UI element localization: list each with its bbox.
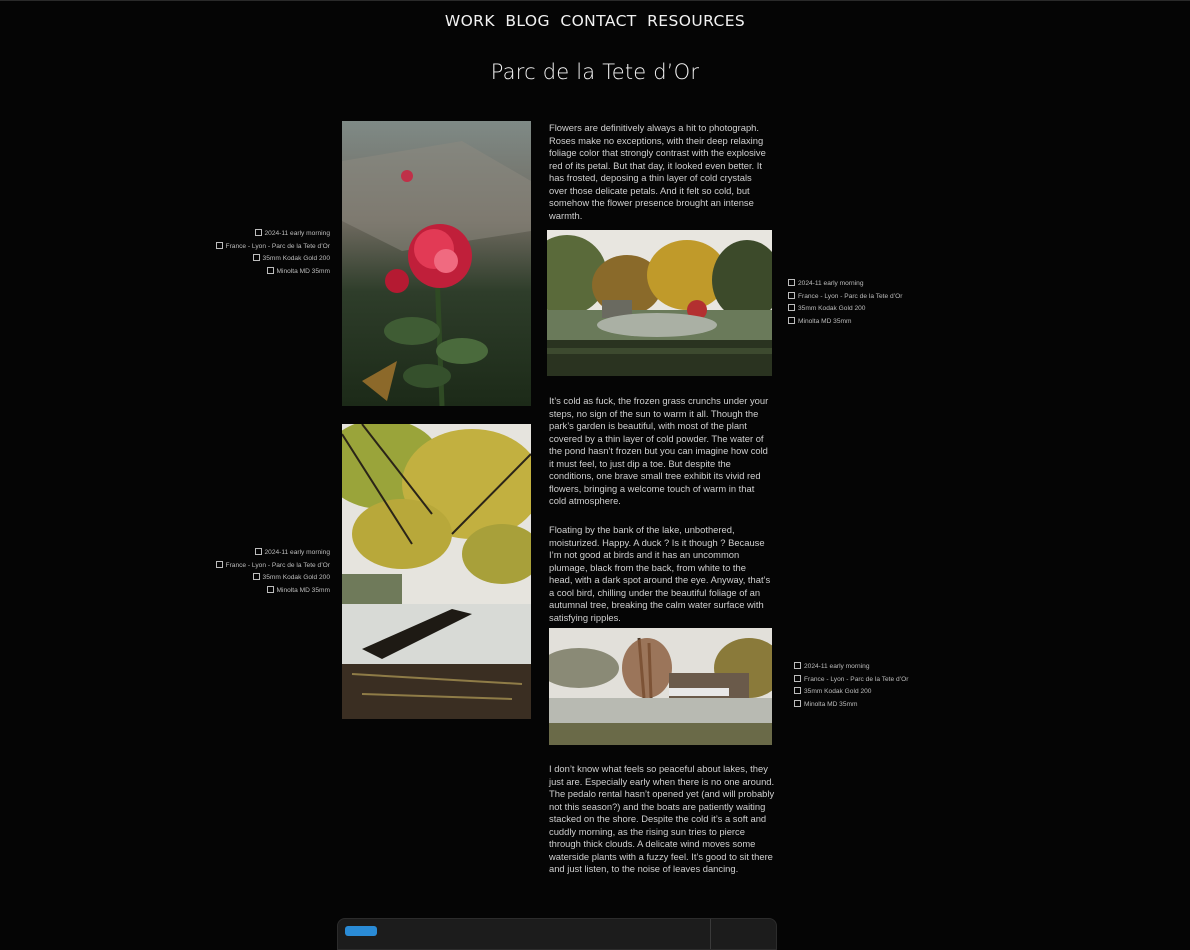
- main-nav: WORK BLOG CONTACT RESOURCES: [0, 12, 1190, 31]
- meta-camera: Minolta MD 35mm: [216, 585, 330, 598]
- nav-contact-link[interactable]: CONTACT: [560, 12, 636, 30]
- paragraph-garden: It’s cold as fuck, the frozen grass crun…: [549, 395, 769, 507]
- frozen-garden-pond-photo[interactable]: [547, 230, 772, 376]
- top-border: [0, 0, 1190, 1]
- nav-blog-link[interactable]: BLOG: [505, 12, 550, 30]
- frosted-rose-photo[interactable]: [342, 121, 531, 406]
- checkbox-icon: [266, 266, 274, 274]
- meta-film: 35mm Kodak Gold 200: [216, 572, 330, 585]
- checkbox-icon: [252, 254, 260, 261]
- paragraph-rose: Flowers are definitively always a hit to…: [549, 122, 766, 221]
- checkbox-icon: [215, 241, 223, 249]
- checkbox-icon: [794, 699, 801, 707]
- checkbox-icon: [254, 229, 262, 236]
- meta-film: 35mm Kodak Gold 200: [216, 253, 330, 266]
- meta-location: France - Lyon - Parc de la Tete d’Or: [215, 241, 330, 254]
- meta-film: 35mm Kodak Gold 200: [788, 303, 902, 316]
- checkbox-icon: [788, 316, 795, 324]
- checkbox-icon: [252, 573, 260, 580]
- nav-work-link[interactable]: WORK: [445, 12, 495, 30]
- meta-location: France - Lyon - Parc de la Tete d’Or: [794, 674, 908, 687]
- autumn-tree-lake-photo[interactable]: [342, 424, 531, 719]
- checkbox-icon: [788, 291, 795, 299]
- meta-camera: Minolta MD 35mm: [794, 699, 908, 712]
- checkbox-icon: [794, 674, 801, 682]
- meta-camera: Minolta MD 35mm: [788, 316, 902, 329]
- meta-location: France - Lyon - Parc de la Tete d’Or: [788, 291, 902, 304]
- meta-date: 2024-11 early morning: [216, 228, 330, 241]
- meta-location: France - Lyon - Parc de la Tete d’Or: [215, 560, 330, 573]
- meta-date: 2024-11 early morning: [794, 661, 908, 674]
- photo-meta-rose: 2024-11 early morning France - Lyon - Pa…: [215, 228, 330, 279]
- paragraph-lake: I don’t know what feels so peaceful abou…: [549, 763, 775, 875]
- player-divider: [710, 919, 711, 949]
- checkbox-icon: [788, 304, 795, 311]
- photo-meta-garden: 2024-11 early morning France - Lyon - Pa…: [788, 278, 902, 328]
- checkbox-icon: [794, 662, 801, 669]
- lake-boathouse-photo[interactable]: [549, 628, 772, 745]
- meta-film: 35mm Kodak Gold 200: [794, 686, 908, 699]
- photo-meta-tree: 2024-11 early morning France - Lyon - Pa…: [215, 547, 330, 598]
- checkbox-icon: [254, 548, 262, 555]
- checkbox-icon: [215, 560, 223, 568]
- photo-meta-lake: 2024-11 early morning France - Lyon - Pa…: [794, 661, 908, 711]
- page-title: Parc de la Tete d’Or: [490, 60, 700, 84]
- checkbox-icon: [788, 279, 795, 286]
- meta-date: 2024-11 early morning: [788, 278, 902, 291]
- embedded-player[interactable]: [337, 918, 777, 950]
- checkbox-icon: [266, 585, 274, 593]
- checkbox-icon: [794, 687, 801, 694]
- paragraph-duck: Floating by the bank of the lake, unboth…: [549, 524, 771, 623]
- player-thumbnail[interactable]: [345, 926, 377, 936]
- meta-date: 2024-11 early morning: [216, 547, 330, 560]
- meta-camera: Minolta MD 35mm: [216, 266, 330, 279]
- nav-resources-link[interactable]: RESOURCES: [647, 12, 745, 30]
